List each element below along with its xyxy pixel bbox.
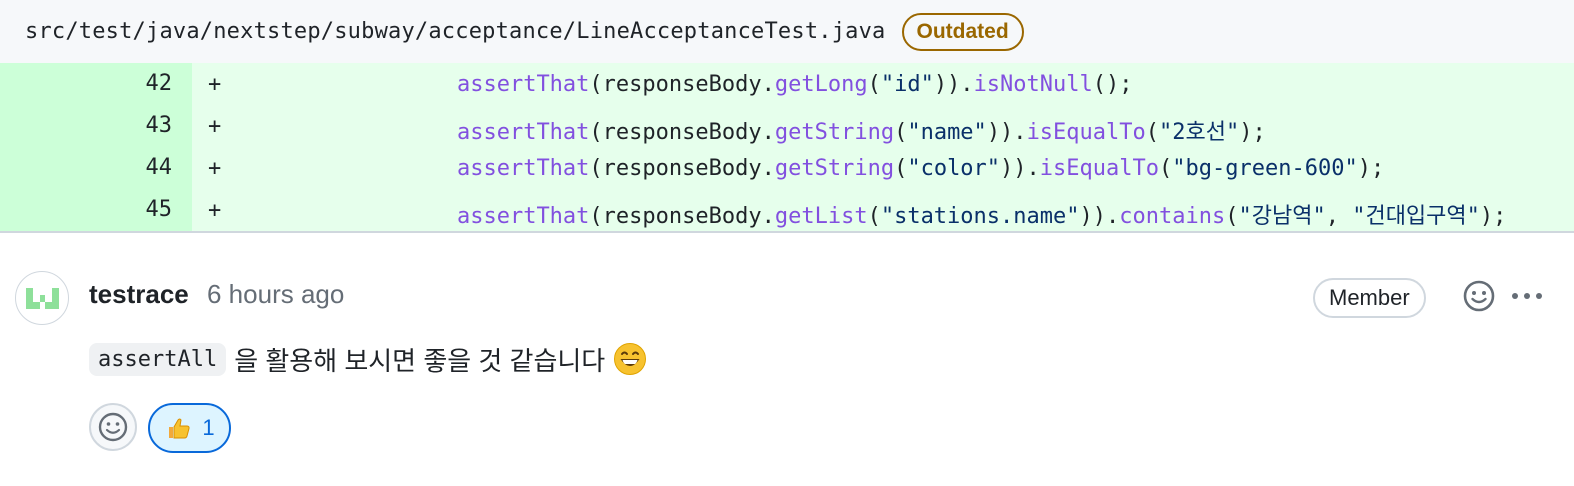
code-token: (responseBody.: [589, 72, 775, 97]
comment-body: assertAll 을 활용해 보시면 좋을 것 같습니다: [89, 340, 647, 378]
string-token: "건대입구역": [1352, 204, 1480, 229]
avatar[interactable]: [15, 271, 69, 325]
kebab-horizontal-icon: [1512, 293, 1542, 299]
diff-line: 42 + assertThat(responseBody.getLong("id…: [0, 63, 1574, 105]
added-marker: +: [208, 198, 222, 223]
member-badge: Member: [1313, 278, 1426, 318]
string-token: "color": [907, 156, 1001, 181]
code-token: (responseBody.: [589, 120, 775, 145]
string-token: "name": [907, 120, 987, 145]
line-number: 43: [145, 113, 173, 138]
code-line: assertThat(responseBody.getString("name"…: [351, 114, 1266, 146]
code-token: )).: [933, 72, 974, 97]
code-token: (: [894, 156, 908, 181]
code-cell: + assertThat(responseBody.getList("stati…: [192, 189, 1574, 231]
reaction-thumbs-up[interactable]: 1: [148, 403, 231, 453]
code-line: assertThat(responseBody.getList("station…: [351, 198, 1506, 230]
code-token: (responseBody.: [589, 156, 775, 181]
method-token: assertThat: [456, 156, 590, 181]
file-path[interactable]: src/test/java/nextstep/subway/acceptance…: [25, 19, 886, 44]
line-number-cell[interactable]: 43: [0, 105, 192, 147]
comment-text: 을 활용해 보시면 좋을 것 같습니다: [234, 345, 606, 376]
comment-author[interactable]: testrace: [89, 279, 189, 310]
code-cell: + assertThat(responseBody.getString("col…: [192, 147, 1574, 189]
diff-line: 43 + assertThat(responseBody.getString("…: [0, 105, 1574, 147]
code-token: (: [867, 72, 881, 97]
line-number-cell[interactable]: 44: [0, 147, 192, 189]
method-token: getString: [774, 156, 895, 181]
code-token: (: [1225, 204, 1239, 229]
string-token: "id": [880, 72, 934, 97]
grinning-face-icon: [614, 343, 647, 375]
outdated-badge: Outdated: [901, 12, 1024, 51]
code-token: );: [1357, 156, 1385, 181]
code-token: (: [1145, 120, 1160, 145]
method-token: assertThat: [456, 72, 590, 97]
code-token: )).: [1000, 156, 1040, 181]
line-number: 42: [145, 71, 173, 96]
string-token: "2호선": [1159, 120, 1240, 145]
line-number-cell[interactable]: 45: [0, 189, 192, 231]
code-token: (: [894, 120, 908, 145]
method-token: getLong: [774, 72, 868, 97]
added-marker: +: [208, 156, 222, 181]
added-marker: +: [208, 114, 222, 139]
diff-hunk: 42 + assertThat(responseBody.getLong("id…: [0, 63, 1574, 231]
code-token: ();: [1092, 72, 1133, 97]
code-line: assertThat(responseBody.getLong("id")).i…: [351, 72, 1133, 97]
code-line: assertThat(responseBody.getString("color…: [351, 156, 1384, 181]
identicon-icon: [26, 288, 59, 309]
code-token: )).: [1079, 204, 1120, 229]
method-token: assertThat: [456, 120, 590, 145]
diff-line: 45 + assertThat(responseBody.getList("st…: [0, 189, 1574, 231]
code-token: )).: [986, 120, 1027, 145]
method-token: isEqualTo: [1039, 156, 1160, 181]
method-token: getString: [774, 120, 895, 145]
file-header: src/test/java/nextstep/subway/acceptance…: [0, 0, 1574, 63]
add-reaction-header-button[interactable]: [1461, 278, 1497, 314]
thumbs-up-icon: [169, 418, 190, 439]
method-token: contains: [1119, 204, 1226, 229]
reaction-count: 1: [202, 415, 215, 440]
smiley-icon: [98, 412, 128, 442]
line-number-cell[interactable]: 42: [0, 63, 192, 105]
diff-line: 44 + assertThat(responseBody.getString("…: [0, 147, 1574, 189]
string-token: "강남역": [1238, 204, 1326, 229]
code-token: ,: [1325, 204, 1353, 229]
code-token: (: [1159, 156, 1173, 181]
code-cell: + assertThat(responseBody.getLong("id"))…: [192, 63, 1574, 105]
line-number: 44: [145, 155, 173, 180]
code-token: (: [867, 204, 881, 229]
method-token: getList: [774, 204, 868, 229]
add-reaction-button[interactable]: [89, 403, 137, 451]
comment-timestamp[interactable]: 6 hours ago: [207, 279, 344, 310]
added-marker: +: [208, 72, 222, 97]
method-token: isNotNull: [973, 72, 1093, 97]
string-token: "stations.name": [880, 204, 1080, 229]
code-token: );: [1479, 204, 1507, 229]
code-cell: + assertThat(responseBody.getString("nam…: [192, 105, 1574, 147]
method-token: assertThat: [456, 204, 590, 229]
method-token: isEqualTo: [1026, 120, 1146, 145]
divider: [0, 231, 1574, 233]
code-token: );: [1239, 120, 1266, 145]
smiley-icon: [1463, 280, 1495, 312]
more-options-button[interactable]: [1509, 283, 1545, 309]
inline-code: assertAll: [89, 342, 227, 376]
string-token: "bg-green-600": [1172, 156, 1358, 181]
line-number: 45: [145, 197, 173, 222]
code-token: (responseBody.: [589, 204, 775, 229]
